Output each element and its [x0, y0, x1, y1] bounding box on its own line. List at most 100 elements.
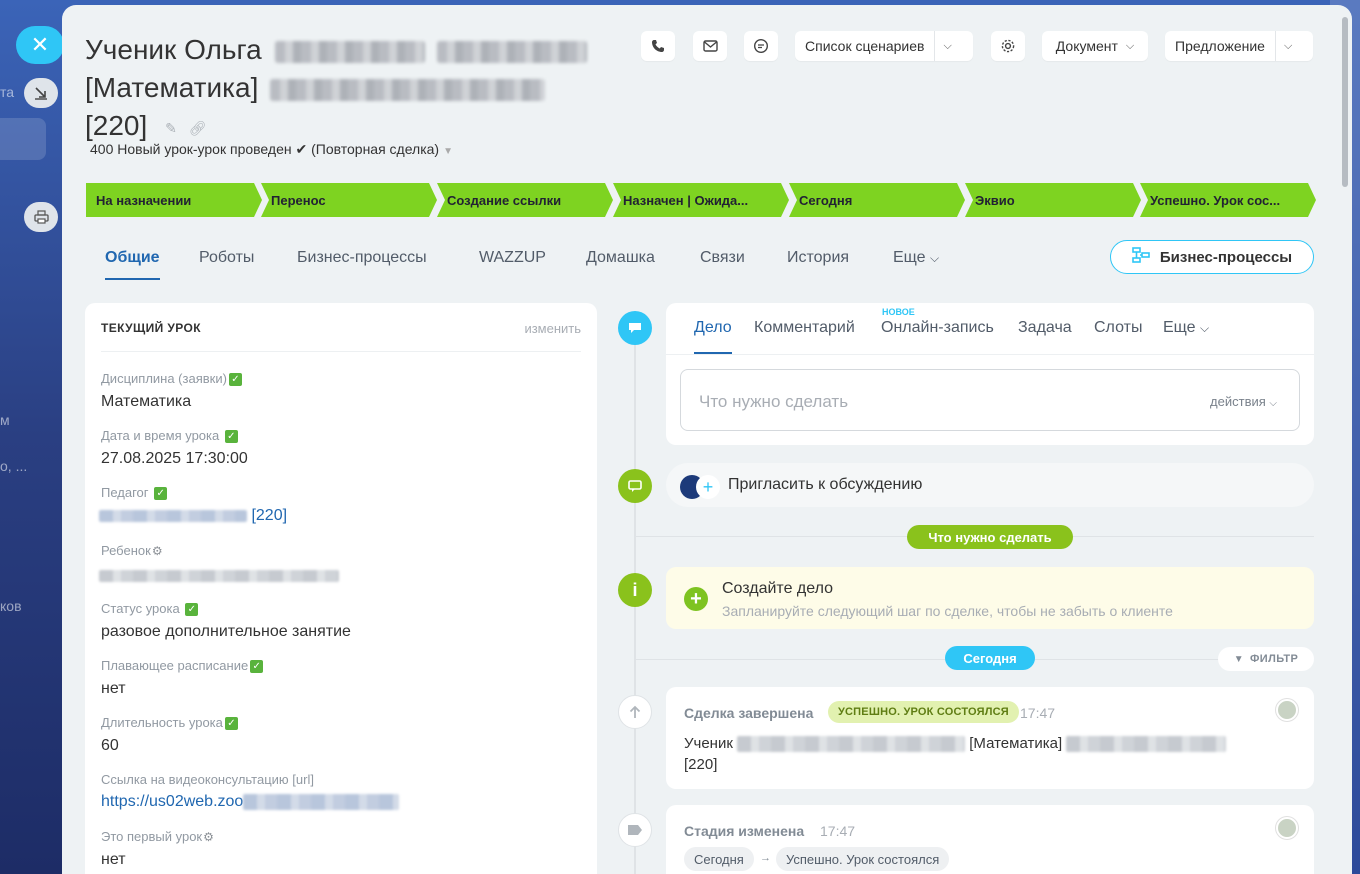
tab-homework[interactable]: Домашка — [586, 249, 655, 267]
stage-item[interactable]: Перенос — [261, 183, 437, 217]
comment-icon — [618, 311, 652, 345]
tag-icon — [618, 813, 652, 847]
event-title: Сделка завершена — [684, 705, 814, 721]
chevron-down-icon: ▼ — [443, 146, 453, 157]
tab-links[interactable]: Связи — [700, 249, 745, 267]
print-icon[interactable] — [24, 202, 58, 232]
document-button[interactable]: Документ ⌵ — [1042, 31, 1148, 61]
stage-item[interactable]: Успешно. Урок сос... — [1140, 183, 1316, 217]
pipeline-label: 400 Новый урок-урок проведен ✔ (Повторна… — [90, 141, 440, 157]
chevron-down-icon[interactable]: ⌵ — [1284, 40, 1292, 53]
todo-input[interactable]: Что нужно сделать действия ⌵ — [680, 369, 1300, 431]
flow-icon — [1132, 246, 1150, 268]
business-processes-label: Бизнес-процессы — [1159, 248, 1293, 266]
activity-tab-slots[interactable]: Слоты — [1094, 319, 1142, 337]
tab-general[interactable]: Общие — [105, 249, 160, 280]
actions-dropdown[interactable]: действия ⌵ — [1210, 394, 1277, 409]
business-processes-button[interactable]: Бизнес-процессы — [1110, 240, 1314, 274]
event-text: Ученик — [684, 735, 733, 752]
arrow-up-icon — [618, 695, 652, 729]
event-text: [Математика] — [969, 735, 1063, 752]
tab-business-processes[interactable]: Бизнес-процессы — [297, 249, 427, 267]
tab-wazzup[interactable]: WAZZUP — [479, 249, 546, 267]
stage-label: Создание ссылки — [447, 192, 562, 208]
activity-tab-task[interactable]: Задача — [1018, 319, 1072, 337]
field-label: Педагог ✓ — [101, 485, 168, 501]
title-text: [220] — [85, 110, 148, 141]
field-value: 27.08.2025 17:30:00 — [101, 450, 248, 467]
phone-icon — [652, 40, 664, 52]
add-icon[interactable]: + — [684, 587, 708, 611]
chevron-down-icon: ⌵ — [1269, 398, 1277, 409]
activity-tab-online-booking[interactable]: Онлайн-запись — [881, 319, 994, 337]
chevron-down-icon: ⌵ — [1125, 39, 1135, 52]
video-link[interactable]: https://us02web.zoo — [101, 793, 400, 811]
field-label: Это первый урок⚙ — [101, 829, 214, 844]
document-label: Документ — [1055, 38, 1118, 54]
deal-card-slider: Ученик Ольга [Математика] [220] ✎ 🔗︎ 400… — [62, 5, 1352, 874]
current-lesson-card: ТЕКУЩИЙ УРОК изменить Дисциплина (заявки… — [85, 303, 597, 874]
mail-button[interactable] — [693, 31, 727, 61]
info-icon: i — [618, 573, 652, 607]
avatar[interactable] — [1276, 699, 1298, 721]
activity-editor: НОВОЕ Дело Комментарий Онлайн-запись Зад… — [666, 303, 1314, 445]
blurred-value — [737, 736, 966, 753]
sidebar-highlight — [0, 118, 46, 160]
tab-history[interactable]: История — [787, 249, 849, 267]
activity-tab-comment[interactable]: Комментарий — [754, 319, 855, 337]
link-icon[interactable]: 🔗︎ — [189, 120, 207, 136]
child-value — [99, 567, 339, 585]
event-text: [220] — [684, 756, 718, 773]
checkmark-icon: ✓ — [250, 660, 264, 674]
proposal-label: Предложение — [1175, 38, 1265, 54]
chevron-down-icon: ⌵ — [1200, 321, 1210, 335]
stage-item[interactable]: Сегодня — [789, 183, 965, 217]
gear-icon — [1001, 39, 1015, 53]
stage-item[interactable]: Назначен | Ожида... — [613, 183, 789, 217]
field-label: Дисциплина (заявки) ✓ — [101, 371, 242, 387]
scenarios-button[interactable]: Список сценариев ⌵ — [795, 31, 973, 61]
blurred-name — [437, 40, 588, 63]
invite-discussion[interactable]: + Пригласить к обсуждению — [666, 463, 1314, 507]
edit-link[interactable]: изменить — [524, 321, 581, 336]
blurred-name — [275, 40, 426, 63]
stage-item[interactable]: Эквио — [965, 183, 1141, 217]
event-time: 17:47 — [820, 823, 856, 839]
stage-item[interactable]: На назначении — [86, 183, 262, 217]
field-label: Ссылка на видеоконсультацию [url] — [101, 772, 314, 787]
filter-icon: ▼ — [1233, 653, 1245, 665]
create-deal-hint: + Создайте дело Запланируйте следующий ш… — [666, 567, 1314, 629]
field-value: разовое дополнительное занятие — [101, 623, 351, 640]
activity-tab-deal[interactable]: Дело — [694, 319, 732, 354]
new-badge: НОВОЕ — [882, 307, 915, 317]
activity-tab-more[interactable]: Еще ⌵ — [1163, 319, 1209, 337]
scrollbar[interactable] — [1342, 17, 1348, 187]
blurred-value — [243, 793, 400, 810]
stage-item[interactable]: Создание ссылки — [437, 183, 613, 217]
phone-button[interactable] — [641, 31, 675, 61]
avatar[interactable] — [1276, 817, 1298, 839]
settings-button[interactable] — [991, 31, 1025, 61]
page-title: Ученик Ольга [Математика] [220] ✎ 🔗︎ — [85, 31, 625, 147]
pencil-icon[interactable]: ✎ — [165, 120, 177, 136]
checkmark-icon: ✓ — [224, 717, 238, 731]
filter-button[interactable]: ▼ ФИЛЬТР — [1218, 647, 1314, 671]
field-label: Дата и время урока ✓ — [101, 428, 238, 444]
title-text: Ученик Ольга — [85, 34, 262, 65]
teacher-link[interactable]: [220] — [99, 507, 287, 525]
collapse-icon[interactable] — [24, 78, 58, 108]
event-stage-changed: Стадия изменена 17:47 Сегодня → Успешно.… — [666, 805, 1314, 874]
tab-robots[interactable]: Роботы — [199, 249, 254, 267]
gear-icon: ⚙ — [203, 830, 214, 844]
actions-label: действия — [1210, 394, 1266, 409]
divider — [666, 354, 1314, 355]
chat-button[interactable] — [744, 31, 778, 61]
pipeline-selector[interactable]: 400 Новый урок-урок проведен ✔ (Повторна… — [90, 141, 453, 158]
chevron-down-icon[interactable]: ⌵ — [943, 40, 951, 53]
close-slider-button[interactable]: ✕ — [16, 26, 64, 64]
close-icon: ✕ — [30, 32, 50, 57]
tab-more[interactable]: Еще ⌵ — [893, 249, 939, 267]
proposal-button[interactable]: Предложение ⌵ — [1165, 31, 1313, 61]
field-value: 60 — [101, 737, 119, 754]
divider — [101, 351, 581, 352]
